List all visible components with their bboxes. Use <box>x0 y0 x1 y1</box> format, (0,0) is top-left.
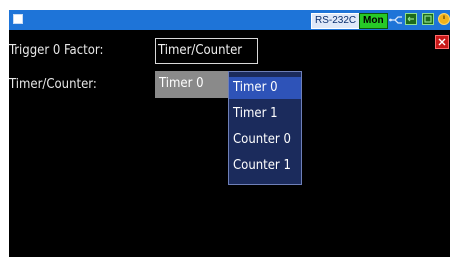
lcd-display: RS-232C Mon Trigger 0 Factor: Timer/Coun… <box>9 10 450 257</box>
power-icon <box>438 13 450 25</box>
trigger-factor-field[interactable]: Timer/Counter <box>155 38 258 64</box>
menu-icon[interactable] <box>13 14 23 24</box>
dropdown-option-counter-1[interactable]: Counter 1 <box>229 155 301 177</box>
trigger-factor-label: Trigger 0 Factor: <box>9 43 104 58</box>
close-icon[interactable] <box>435 35 449 49</box>
timer-counter-select[interactable]: Timer 0 <box>155 71 229 98</box>
network-icon <box>405 13 417 25</box>
timer-counter-label: Timer/Counter: <box>9 77 97 92</box>
usb-icon <box>389 16 402 24</box>
dropdown-option-timer-1[interactable]: Timer 1 <box>229 103 301 125</box>
device-screen: RS-232C Mon Trigger 0 Factor: Timer/Coun… <box>0 0 450 257</box>
dropdown-option-timer-0[interactable]: Timer 0 <box>229 77 301 99</box>
timer-counter-dropdown: Timer 0 Timer 1 Counter 0 Counter 1 <box>228 71 302 185</box>
status-bar: RS-232C Mon <box>9 10 450 30</box>
interface-badge: RS-232C <box>311 13 361 29</box>
memory-card-icon <box>422 13 434 25</box>
mode-badge: Mon <box>359 13 388 29</box>
dropdown-option-counter-0[interactable]: Counter 0 <box>229 129 301 151</box>
